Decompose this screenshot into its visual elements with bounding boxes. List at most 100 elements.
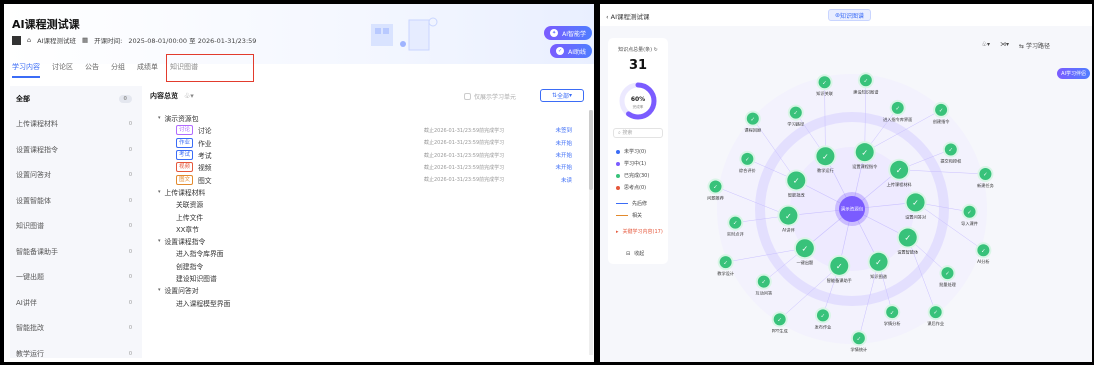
graph-node-label: 设置课程指令 [852, 163, 878, 170]
item-label: 创建指令 [176, 262, 204, 271]
check-icon: ✓ [912, 198, 919, 208]
tab-discussion[interactable]: 讨论区 [52, 62, 73, 78]
check-icon: ✓ [864, 78, 869, 84]
graph-node-label: 课后作业 [927, 320, 944, 327]
tree-folder[interactable]: ▾ 上传课程材料 [152, 186, 582, 198]
item-label: 设置问答对 [164, 287, 199, 296]
check-icon: ✓ [723, 260, 728, 266]
check-icon: ✓ [875, 257, 882, 267]
tab-grades[interactable]: 成绩单 [137, 62, 158, 78]
tree-item[interactable]: 关联资源 [152, 198, 582, 210]
sidebar-item[interactable]: 上传课程材料 0 [10, 112, 142, 138]
sidebar-item[interactable]: 智能备课助手 0 [10, 239, 142, 265]
tree-item[interactable]: 进入指令库界面 [152, 247, 582, 259]
graph-node-label: 新建任务 [977, 182, 995, 189]
item-deadline: 截止2026-01-31/23:59前完成学习 [424, 127, 505, 134]
tree-item[interactable]: 考试 考试 截止2026-01-31/23:59前完成学习 未开始 [152, 149, 582, 161]
highlight-box [166, 54, 254, 82]
tree-item[interactable]: 上传文件 [152, 210, 582, 222]
check-icon: ✓ [785, 211, 792, 221]
graph-node-label: PPT生成 [772, 327, 788, 334]
graph-node-label: 创建指令 [933, 118, 951, 125]
sidebar-item-label: 设置问答对 [16, 171, 51, 180]
knowledge-graph: ✓ 建设知识图谱 ✓ 进入指令库界面 ✓ 创建指令 ✓ 提交和授权 ✓ 新建任务 ✓ 导入课件 ✓ AI分… [707, 72, 995, 353]
item-label: 作业 [198, 139, 212, 148]
graph-node-label: 导入课件 [961, 220, 978, 227]
item-status: 未开始 [555, 140, 572, 147]
check-icon: ✓ [861, 147, 868, 157]
ai-assistant-button[interactable]: ✓ AI助线 [550, 44, 592, 58]
course-meta: ⌂ AI课程测试班 ▦ 开课时间: 2025-08-01/00:00 至 202… [12, 35, 256, 45]
ai-icon: ✦ [550, 29, 559, 37]
sidebar-item[interactable]: 知识图谱 0 [10, 214, 142, 240]
item-label: 设置课程指令 [164, 238, 206, 247]
item-label: 进入课程模型界面 [176, 299, 231, 308]
sidebar-item-label: 全部 [16, 94, 30, 103]
check-icon: ✓ [983, 172, 988, 178]
tree-folder[interactable]: ▾ 设置课程指令 [152, 235, 582, 247]
sidebar-item[interactable]: 智能批改 0 [10, 316, 142, 342]
tree-view-icon[interactable]: ♧▾ [184, 92, 194, 100]
item-label: 进入指令库界面 [176, 250, 224, 259]
check-icon: ✓ [939, 108, 944, 114]
graph-node-label: 学情统计 [850, 346, 867, 353]
only-units-checkbox[interactable]: 仅展示学习单元 [463, 92, 516, 101]
sidebar-item-count: 0 [128, 350, 132, 357]
check-icon: ✓ [713, 185, 718, 191]
graph-node-label: 发布作业 [815, 323, 832, 330]
graph-node-label: 一键出题 [796, 259, 814, 266]
sidebar-item-count: 0 [128, 146, 132, 153]
sidebar-item-label: 知识图谱 [16, 222, 44, 231]
tab-learning-content[interactable]: 学习内容 [12, 62, 40, 78]
item-status: 未签到 [555, 128, 572, 135]
tab-groups[interactable]: 分组 [111, 62, 125, 78]
tree-item[interactable]: 图文 图文 截止2026-01-31/23:59前完成学习 未读 [152, 173, 582, 185]
tree-item[interactable]: 建设知识图谱 [152, 272, 582, 284]
sidebar-item-count: 0 [128, 274, 132, 281]
graph-node-label: AI分析 [977, 258, 989, 265]
tree-item[interactable]: 视频 视频 截止2026-01-31/23:59前完成学习 未开始 [152, 161, 582, 173]
sidebar-item[interactable]: 设置智能体 0 [10, 188, 142, 214]
sidebar-item[interactable]: 教学运行 0 [10, 341, 142, 362]
ai-smart-learning-button[interactable]: ✦ AI智能学 [544, 26, 592, 40]
graph-node-label: 实时点评 [727, 231, 745, 238]
tree-folder[interactable]: ▾ 演示资源包 [152, 112, 582, 124]
overview-title: 内容总览 [150, 92, 178, 100]
tree-item[interactable]: 进入课程模型界面 [152, 296, 582, 308]
filter-dropdown[interactable]: ⇅ 全部 ▾ [540, 89, 584, 102]
tree-item[interactable]: 创建指令 [152, 260, 582, 272]
sidebar-item-label: 上传课程材料 [16, 120, 58, 129]
sidebar-item[interactable]: 设置课程指令 0 [10, 137, 142, 163]
graph-node-label: 设置智能体 [897, 249, 919, 256]
chevron-down-icon: ▾ [569, 92, 573, 99]
scrollbar[interactable] [589, 110, 593, 355]
check-icon: ✓ [945, 271, 950, 277]
item-deadline: 截止2026-01-31/23:59前完成学习 [424, 152, 505, 159]
tree-folder[interactable]: ▾ 设置问答对 [152, 284, 582, 296]
tree-item[interactable]: 讨论 讨论 截止2026-01-31/23:59前完成学习 未签到 [152, 124, 582, 136]
sidebar-item-label: 一键出题 [16, 273, 44, 282]
caret-down-icon: ▾ [158, 238, 161, 245]
check-icon: ✓ [794, 111, 799, 117]
graph-node-label: 学习路径 [787, 121, 804, 128]
check-icon: ✓ [904, 233, 911, 243]
type-tag: 图文 [176, 174, 194, 185]
tree-item[interactable]: XX章节 [152, 223, 582, 235]
check-icon: ✓ [896, 165, 903, 175]
course-cover-icon [12, 35, 21, 45]
sidebar-item[interactable]: 设置问答对 0 [10, 163, 142, 189]
item-label: 视频 [198, 164, 212, 173]
tab-announcement[interactable]: 公告 [85, 62, 99, 78]
graph-node-label: 提交和授权 [940, 157, 962, 164]
check-icon: ✓ [836, 261, 843, 271]
sidebar-item[interactable]: 一键出题 0 [10, 265, 142, 291]
sidebar-item[interactable]: 全部 0 [10, 86, 142, 112]
item-label: 上传课程材料 [164, 188, 206, 197]
sidebar-item[interactable]: AI讲伴 0 [10, 290, 142, 316]
tree-item[interactable]: 作业 作业 截止2026-01-31/23:59前完成学习 未开始 [152, 137, 582, 149]
item-status: 未开始 [555, 165, 572, 172]
graph-node-label: 学情分析 [884, 320, 901, 327]
check-icon: ✓ [981, 248, 986, 254]
scrollbar-thumb[interactable] [589, 110, 593, 190]
sidebar-item-label: 设置课程指令 [16, 145, 58, 154]
